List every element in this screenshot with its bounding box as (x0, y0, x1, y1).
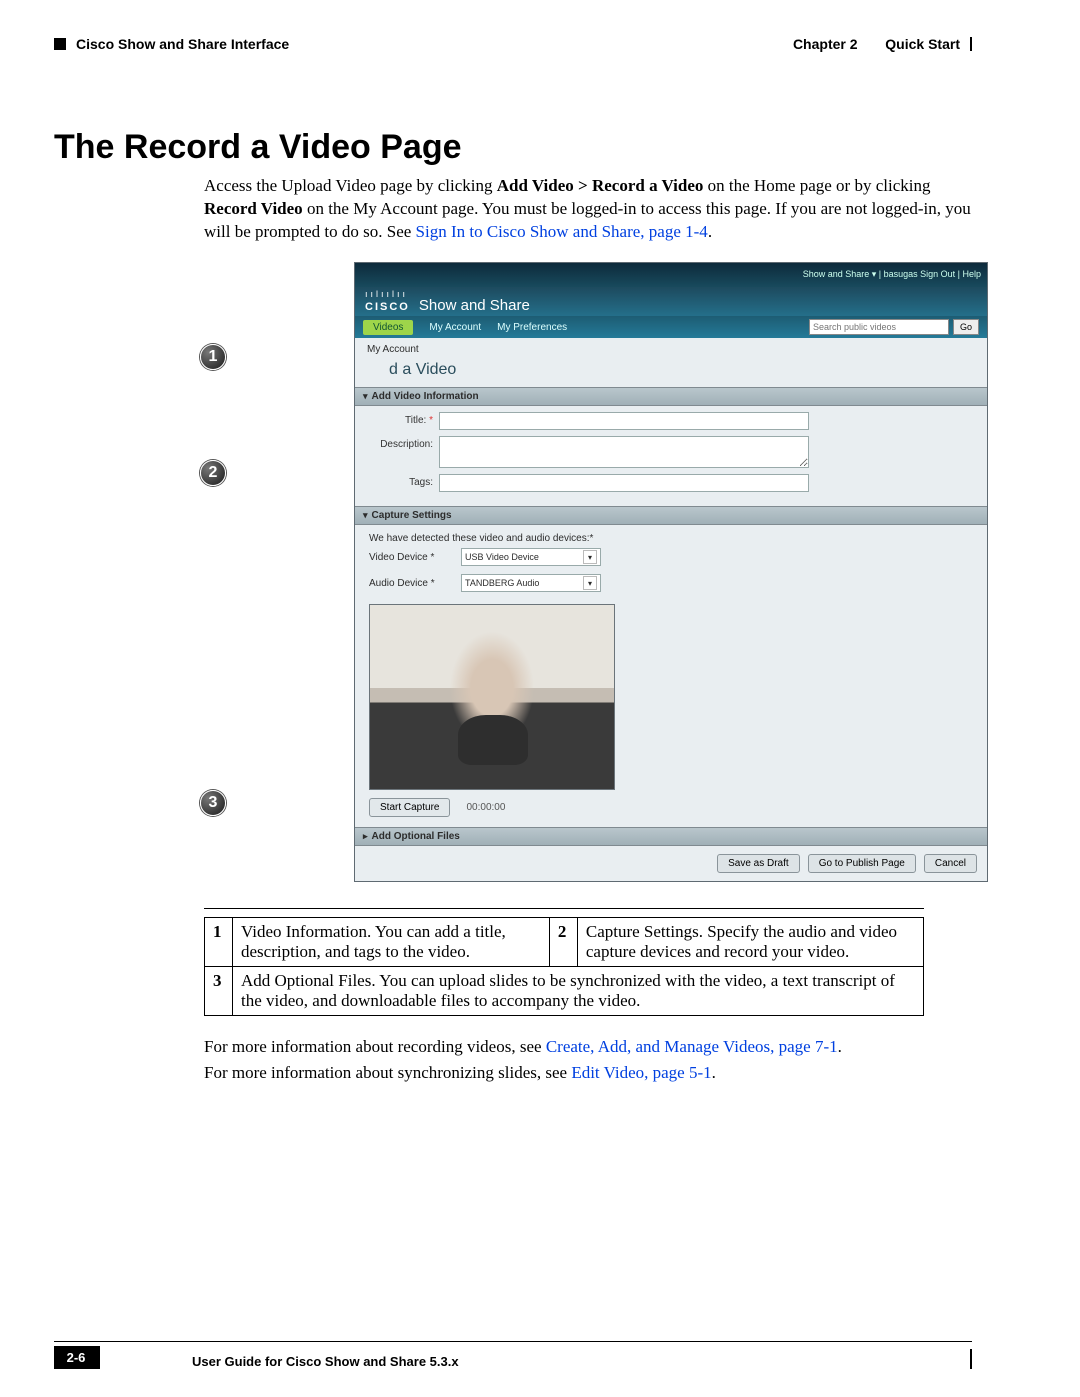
legend-num-2: 2 (549, 918, 577, 967)
header-chapter-title: Quick Start (885, 36, 960, 52)
more-info-recording: For more information about recording vid… (204, 1034, 972, 1060)
page-footer: 2-6 User Guide for Cisco Show and Share … (54, 1341, 972, 1369)
cisco-wordmark: CISCO (365, 301, 410, 313)
title-input[interactable] (439, 412, 809, 430)
start-capture-button[interactable]: Start Capture (369, 798, 450, 817)
more-info-sync: For more information about synchronizing… (204, 1060, 972, 1086)
manage-videos-link[interactable]: Create, Add, and Manage Videos, page 7-1 (546, 1037, 838, 1056)
description-label: Description: (369, 436, 439, 454)
legend-text-1: Video Information. You can add a title, … (233, 918, 550, 967)
page-number: 2-6 (54, 1346, 100, 1369)
chevron-down-icon: ▾ (583, 576, 597, 590)
footer-doc-title: User Guide for Cisco Show and Share 5.3.… (100, 1354, 459, 1369)
chevron-right-icon (363, 831, 368, 842)
chevron-down-icon: ▾ (583, 550, 597, 564)
footer-bar-icon (970, 1349, 972, 1369)
tab-my-preferences[interactable]: My Preferences (497, 322, 567, 333)
page-title: The Record a Video Page (54, 128, 972, 167)
capture-timer: 00:00:00 (466, 802, 505, 813)
video-device-label: Video Device * (369, 552, 451, 563)
edit-video-link[interactable]: Edit Video, page 5-1 (571, 1063, 711, 1082)
video-preview (369, 604, 615, 790)
tab-videos[interactable]: Videos (363, 320, 413, 335)
app-screenshot: Show and Share ▾ | basugas Sign Out | He… (354, 262, 988, 882)
chevron-down-icon (363, 391, 368, 402)
callout-legend-table: 1 Video Information. You can add a title… (204, 917, 924, 1016)
chevron-down-icon (363, 510, 368, 521)
breadcrumb[interactable]: My Account (355, 338, 987, 361)
header-section: Cisco Show and Share Interface (76, 36, 289, 52)
audio-device-select[interactable]: TANDBERG Audio▾ (461, 574, 601, 592)
detected-devices-msg: We have detected these video and audio d… (355, 525, 987, 544)
legend-text-2: Capture Settings. Specify the audio and … (577, 918, 923, 967)
tags-input[interactable] (439, 474, 809, 492)
intro-paragraph: Access the Upload Video page by clicking… (204, 175, 972, 244)
top-links[interactable]: Show and Share ▾ | basugas Sign Out | He… (803, 269, 981, 280)
accordion-video-info[interactable]: Add Video Information (355, 387, 987, 406)
title-label: Title: (405, 415, 426, 426)
product-name: Show and Share (419, 297, 530, 314)
header-bar-icon (970, 37, 972, 51)
legend-num-1: 1 (205, 918, 233, 967)
accordion-optional-files[interactable]: Add Optional Files (355, 827, 987, 846)
callout-1-icon: 1 (200, 344, 226, 370)
video-device-select[interactable]: USB Video Device▾ (461, 548, 601, 566)
app-top-bar: Show and Share ▾ | basugas Sign Out | He… (355, 263, 987, 287)
accordion-capture-settings[interactable]: Capture Settings (355, 506, 987, 525)
record-video-heading: d a Video (355, 361, 987, 387)
callout-2-icon: 2 (200, 460, 226, 486)
search-input[interactable] (809, 319, 949, 335)
brand-row: ıılıılıı CISCO Show and Share (355, 287, 987, 316)
running-header: Cisco Show and Share Interface Chapter 2… (54, 36, 972, 56)
header-square-icon (54, 38, 66, 50)
audio-device-label: Audio Device * (369, 578, 451, 589)
legend-text-3: Add Optional Files. You can upload slide… (233, 967, 924, 1016)
callout-3-icon: 3 (200, 790, 226, 816)
tab-my-account[interactable]: My Account (429, 322, 481, 333)
search-go-button[interactable]: Go (953, 319, 979, 335)
header-chapter-num: Chapter 2 (793, 36, 858, 52)
cancel-button[interactable]: Cancel (924, 854, 977, 873)
description-input[interactable] (439, 436, 809, 468)
tags-label: Tags: (369, 474, 439, 492)
save-draft-button[interactable]: Save as Draft (717, 854, 800, 873)
publish-button[interactable]: Go to Publish Page (808, 854, 916, 873)
legend-num-3: 3 (205, 967, 233, 1016)
signin-link[interactable]: Sign In to Cisco Show and Share, page 1-… (416, 222, 708, 241)
divider (204, 908, 924, 909)
